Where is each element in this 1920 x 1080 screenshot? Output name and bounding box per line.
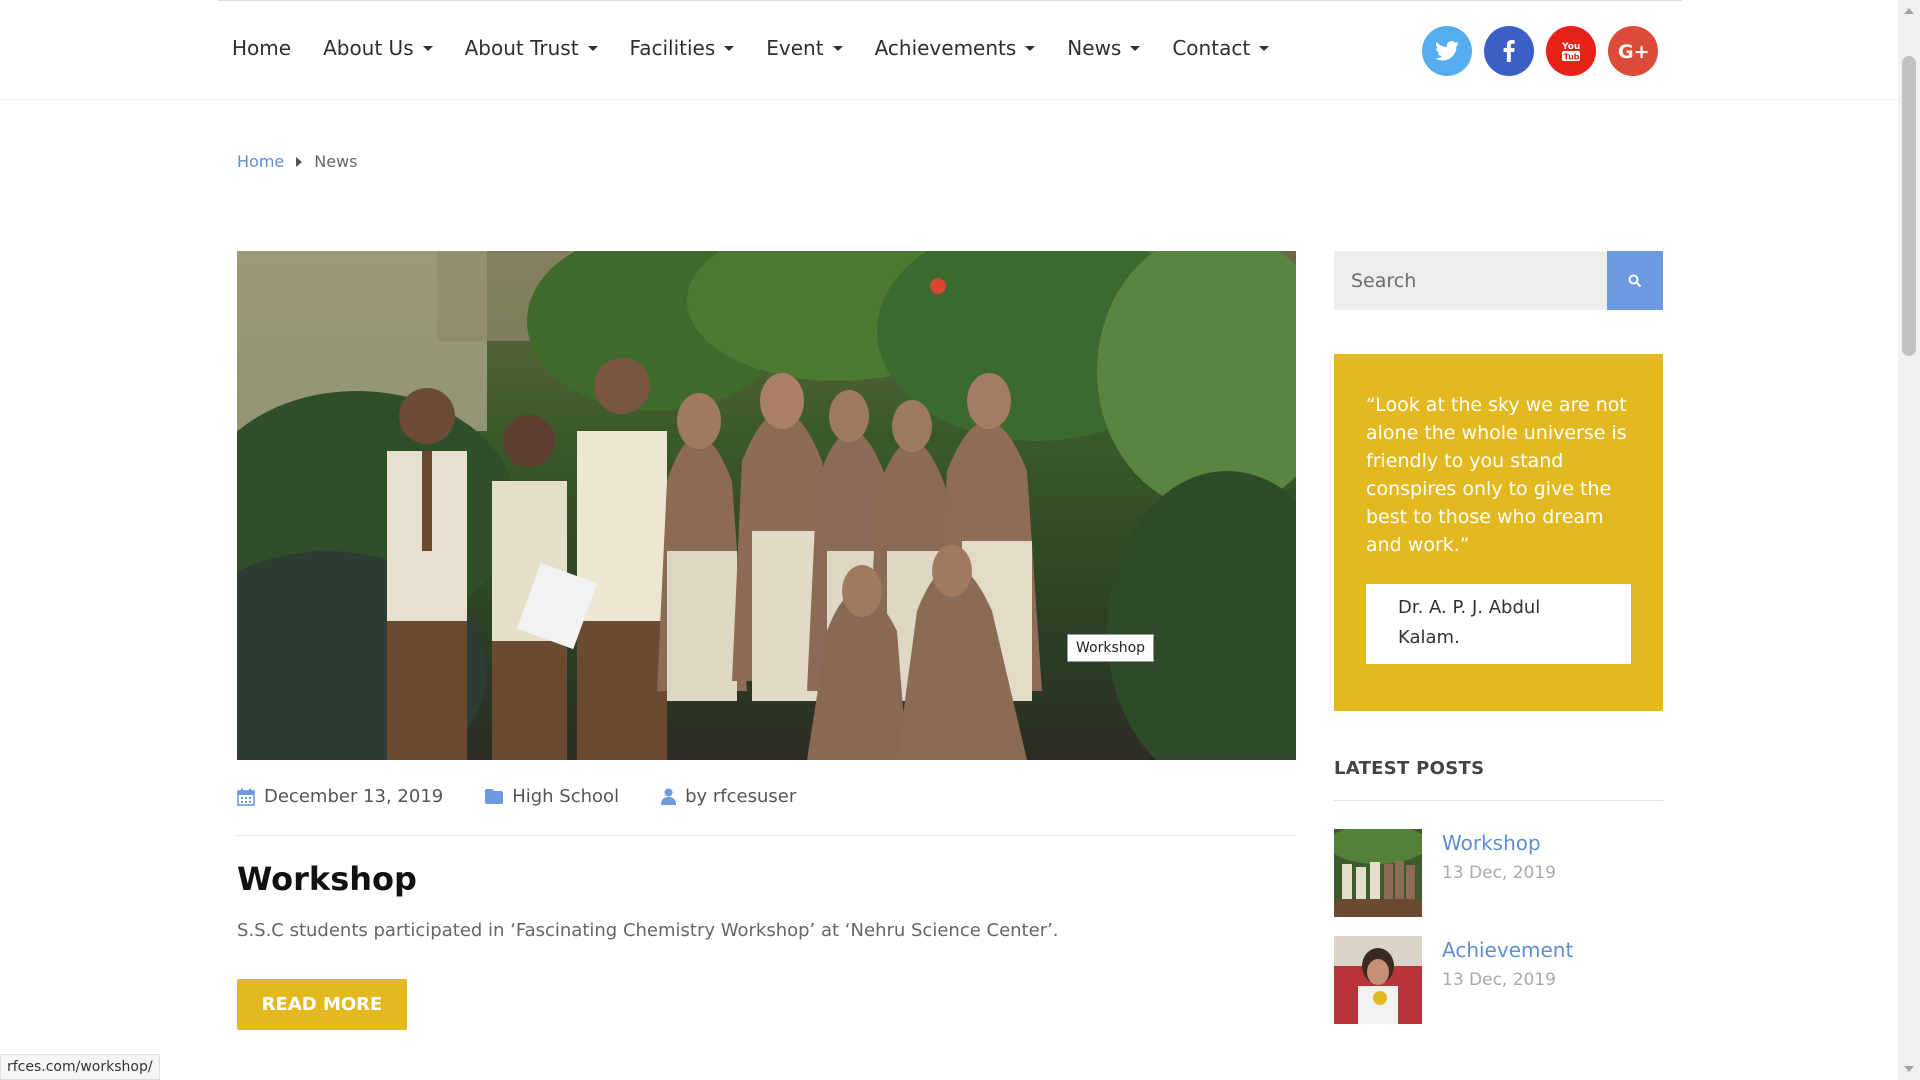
nav-contact-label: Contact: [1172, 36, 1251, 60]
search-button[interactable]: [1607, 251, 1663, 310]
latest-post-title[interactable]: Workshop: [1442, 831, 1556, 855]
social-links: You Tube G+: [1422, 26, 1658, 76]
nav-facilities[interactable]: Facilities: [630, 36, 735, 60]
latest-post-date: 13 Dec, 2019: [1442, 970, 1557, 990]
quote-author: Dr. A. P. J. Abdul Kalam.: [1366, 584, 1631, 664]
caret-down-icon: [422, 45, 433, 51]
quote-text: “Look at the sky we are not alone the wh…: [1366, 394, 1627, 556]
latest-posts-heading: LATEST POSTS: [1334, 758, 1485, 779]
caret-down-icon: [832, 45, 843, 51]
nav-news-label: News: [1067, 36, 1122, 60]
post-meta: December 13, 2019 High School by rfcesus…: [237, 786, 838, 807]
latest-post-thumbnail[interactable]: [1334, 936, 1422, 1024]
breadcrumb-current: News: [314, 152, 358, 171]
calendar-icon: [237, 788, 255, 806]
caret-down-icon: [1130, 45, 1141, 51]
caret-down-icon: [1259, 45, 1270, 51]
nav-home[interactable]: Home: [232, 36, 291, 60]
caret-down-icon: [724, 45, 735, 51]
nav-about-us[interactable]: About Us: [323, 36, 433, 60]
header-top-line: [218, 0, 1682, 1]
svg-text:Tube: Tube: [1564, 53, 1584, 62]
google-plus-icon[interactable]: G+: [1608, 26, 1658, 76]
status-bar-url: rfces.com/workshop/: [0, 1054, 160, 1080]
post-featured-image[interactable]: Workshop: [237, 251, 1296, 760]
user-icon: [661, 788, 677, 805]
sidebar-search: [1334, 251, 1663, 310]
header: Home About Us About Trust Facilities Eve…: [0, 0, 1898, 100]
scroll-up-icon[interactable]: [1904, 8, 1914, 14]
search-input[interactable]: [1334, 251, 1607, 310]
nav-about-us-label: About Us: [323, 36, 414, 60]
group-photo-illustration: [237, 251, 1296, 760]
read-more-button[interactable]: READ MORE: [237, 979, 407, 1030]
nav-event[interactable]: Event: [766, 36, 843, 60]
facebook-icon[interactable]: [1484, 26, 1534, 76]
latest-post-item[interactable]: Achievement 13 Dec, 2019: [1334, 936, 1573, 1024]
search-icon: [1628, 274, 1642, 287]
youtube-icon[interactable]: You Tube: [1546, 26, 1596, 76]
latest-post-date: 13 Dec, 2019: [1442, 863, 1557, 883]
image-tooltip: Workshop: [1067, 634, 1155, 662]
main-nav: Home About Us About Trust Facilities Eve…: [232, 36, 1301, 60]
nav-achievements-label: Achievements: [874, 36, 1017, 60]
nav-home-label: Home: [232, 36, 292, 60]
nav-facilities-label: Facilities: [629, 36, 716, 60]
post-excerpt: S.S.C students participated in ‘Fascinat…: [237, 920, 1059, 941]
post-title[interactable]: Workshop: [237, 860, 417, 898]
svg-text:You: You: [1561, 42, 1580, 52]
post-author-text: by rfcesuser: [685, 786, 797, 807]
post-author[interactable]: by rfcesuser: [661, 786, 796, 807]
caret-down-icon: [1025, 45, 1036, 51]
scroll-down-icon[interactable]: [1904, 1066, 1914, 1072]
nav-achievements[interactable]: Achievements: [875, 36, 1036, 60]
nav-news[interactable]: News: [1067, 36, 1141, 60]
latest-post-item[interactable]: Workshop 13 Dec, 2019: [1334, 829, 1556, 917]
twitter-icon[interactable]: [1422, 26, 1472, 76]
breadcrumb: Home News: [237, 152, 357, 171]
quote-widget: “Look at the sky we are not alone the wh…: [1334, 354, 1663, 711]
latest-post-title[interactable]: Achievement: [1442, 938, 1573, 962]
post-category[interactable]: High School: [485, 786, 619, 807]
scrollbar-thumb[interactable]: [1902, 56, 1916, 356]
svg-text:G+: G+: [1618, 41, 1648, 61]
page-scrollbar[interactable]: [1898, 0, 1920, 1080]
nav-about-trust[interactable]: About Trust: [465, 36, 598, 60]
post-date: December 13, 2019: [237, 786, 443, 807]
caret-down-icon: [587, 45, 598, 51]
latest-posts-divider: [1334, 800, 1663, 801]
nav-about-trust-label: About Trust: [464, 36, 579, 60]
meta-divider: [237, 835, 1296, 836]
chevron-right-icon: [296, 156, 303, 167]
nav-event-label: Event: [766, 36, 824, 60]
nav-contact[interactable]: Contact: [1172, 36, 1270, 60]
folder-icon: [485, 789, 504, 804]
post-category-text: High School: [512, 786, 620, 807]
breadcrumb-home-link[interactable]: Home: [237, 152, 284, 171]
post-date-text: December 13, 2019: [264, 786, 444, 807]
latest-post-thumbnail[interactable]: [1334, 829, 1422, 917]
